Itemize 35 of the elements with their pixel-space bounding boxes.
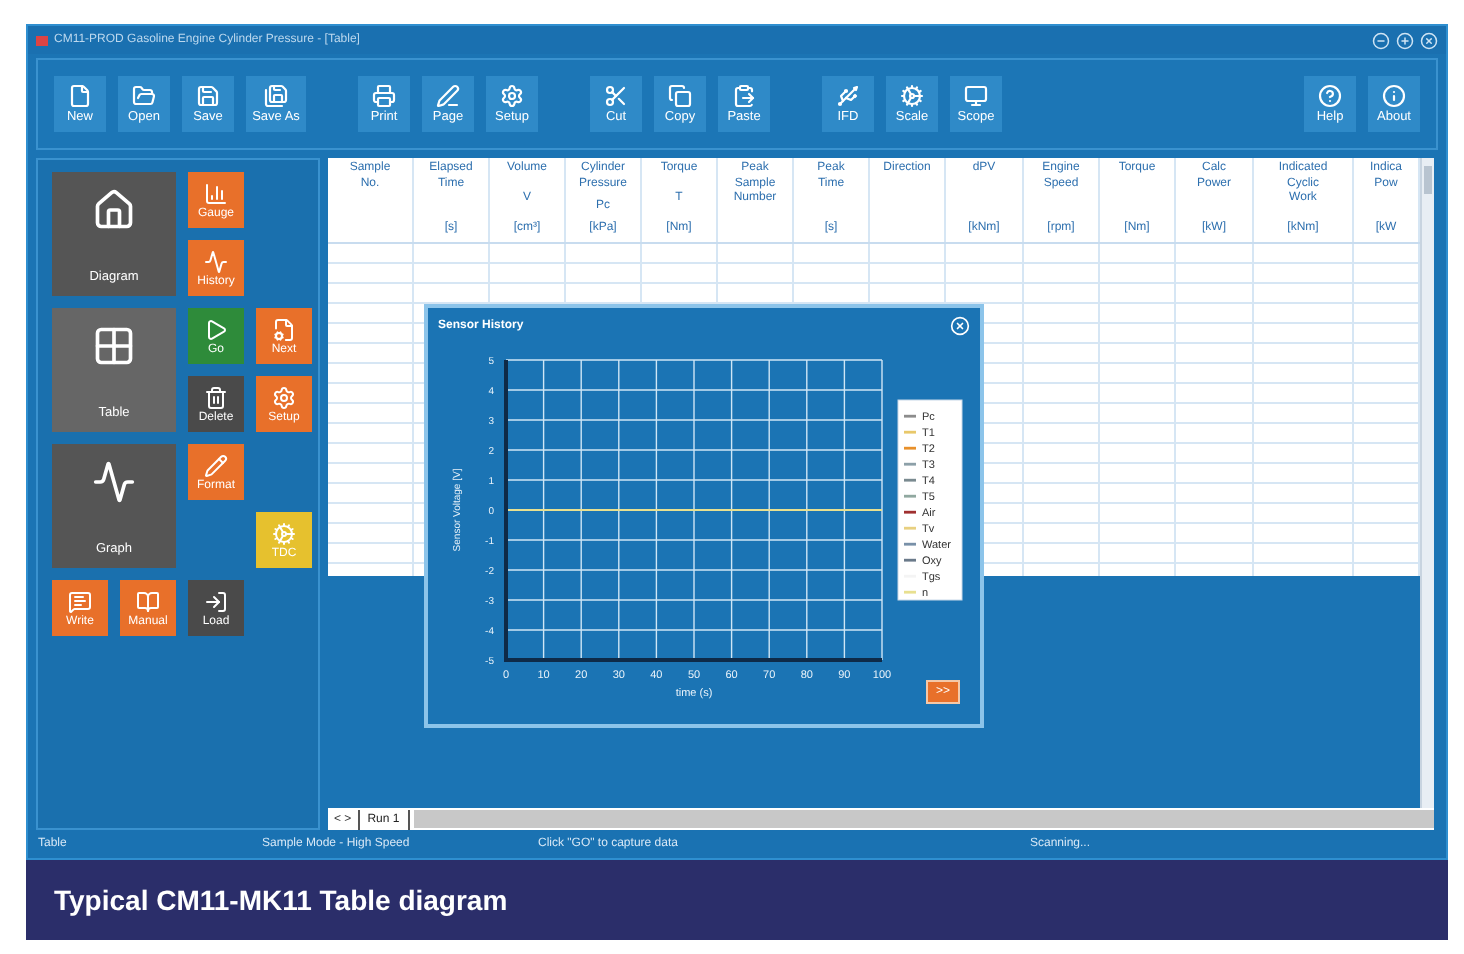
house-icon: [92, 188, 136, 232]
save-icon: [196, 84, 220, 108]
help-icon: [1318, 84, 1342, 108]
play-icon: [204, 317, 228, 341]
app-icon: [36, 35, 48, 45]
file-icon: [68, 84, 92, 108]
info-icon: [1382, 84, 1406, 108]
trend-lines-icon: [204, 249, 228, 273]
setup-icon: [500, 84, 524, 108]
close-icon[interactable]: [1420, 31, 1438, 49]
maximize-icon[interactable]: [1396, 31, 1414, 49]
gear-icon: [272, 385, 296, 409]
minimize-icon[interactable]: [1372, 31, 1390, 49]
bar-chart-icon: [204, 181, 228, 205]
close-button[interactable]: [950, 316, 970, 336]
trend-lines-icon: [92, 460, 136, 504]
copy-icon: [668, 84, 692, 108]
manual-icon: [136, 589, 160, 613]
save-as-icon: [264, 84, 288, 108]
scissors-icon: [604, 84, 628, 108]
usb-icon: [836, 84, 860, 108]
gear-icon: [272, 521, 296, 545]
caption-text: Typical CM11-MK11 Table diagram: [54, 884, 508, 916]
monitor-icon: [964, 84, 988, 108]
vertical-scrollbar[interactable]: [1420, 158, 1434, 808]
folder-icon: [132, 84, 156, 108]
document-gear-icon: [272, 317, 296, 341]
note-icon: [68, 589, 92, 613]
paste-icon: [732, 84, 756, 108]
grid-icon: [92, 324, 136, 368]
load-icon: [204, 589, 228, 613]
printer-icon: [372, 84, 396, 108]
pencil-icon: [204, 453, 228, 477]
horizontal-scrollbar[interactable]: [413, 810, 1434, 828]
trash-icon: [204, 385, 228, 409]
